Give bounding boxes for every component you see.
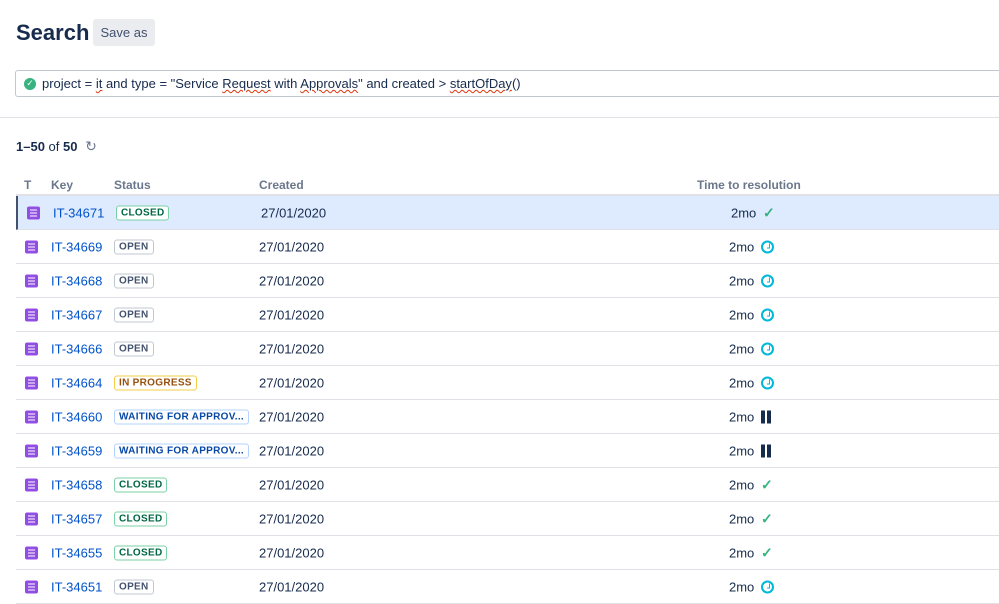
created-date: 27/01/2020 (261, 205, 327, 220)
service-request-icon (25, 274, 38, 287)
issue-key-link[interactable]: IT-34655 (51, 545, 102, 560)
save-as-button[interactable]: Save as (93, 19, 155, 46)
time-to-resolution: 2mo (731, 205, 757, 220)
table-row[interactable]: IT-34657 CLOSED 27/01/2020 2mo ✓ (16, 502, 999, 536)
status-badge: CLOSED (116, 205, 170, 220)
status-badge: WAITING FOR APPROV... (114, 409, 250, 424)
valid-query-icon: ✓ (24, 77, 36, 90)
query-text: project = it and type = "Service Request… (42, 76, 521, 91)
check-icon: ✓ (761, 476, 773, 492)
column-key[interactable]: Key (51, 178, 73, 192)
created-date: 27/01/2020 (259, 375, 325, 390)
time-to-resolution: 2mo (729, 477, 755, 492)
created-date: 27/01/2020 (259, 579, 325, 594)
time-to-resolution: 2mo (729, 579, 755, 594)
table-row[interactable]: IT-34668 OPEN 27/01/2020 2mo (16, 264, 999, 298)
time-to-resolution: 2mo (729, 409, 755, 424)
issue-key-link[interactable]: IT-34668 (51, 273, 102, 288)
column-time-to-resolution[interactable]: Time to resolution (697, 178, 801, 192)
table-row[interactable]: IT-34658 CLOSED 27/01/2020 2mo ✓ (16, 468, 999, 502)
issue-key-link[interactable]: IT-34664 (51, 375, 102, 390)
results-count: 1–50 of 50 ↻ (16, 138, 97, 154)
service-request-icon (25, 478, 38, 491)
issue-key-link[interactable]: IT-34667 (51, 307, 102, 322)
service-request-icon (25, 444, 38, 457)
status-badge: CLOSED (114, 511, 168, 526)
issue-key-link[interactable]: IT-34658 (51, 477, 102, 492)
created-date: 27/01/2020 (259, 511, 325, 526)
time-to-resolution: 2mo (729, 307, 755, 322)
status-badge: OPEN (114, 307, 154, 322)
time-to-resolution: 2mo (729, 239, 755, 254)
table-row[interactable]: IT-34667 OPEN 27/01/2020 2mo (16, 298, 999, 332)
time-to-resolution: 2mo (729, 545, 755, 560)
status-badge: OPEN (114, 273, 154, 288)
status-badge: WAITING FOR APPROV... (114, 443, 250, 458)
clock-icon (761, 274, 774, 287)
table-row[interactable]: IT-34655 CLOSED 27/01/2020 2mo ✓ (16, 536, 999, 570)
time-to-resolution: 2mo (729, 341, 755, 356)
clock-icon (761, 308, 774, 321)
created-date: 27/01/2020 (259, 443, 325, 458)
page-title: Search (16, 20, 90, 45)
time-to-resolution: 2mo (729, 375, 755, 390)
created-date: 27/01/2020 (259, 409, 325, 424)
created-date: 27/01/2020 (259, 477, 325, 492)
issue-key-link[interactable]: IT-34659 (51, 443, 102, 458)
service-request-icon (25, 342, 38, 355)
clock-icon (761, 580, 774, 593)
issue-key-link[interactable]: IT-34671 (53, 205, 104, 220)
created-date: 27/01/2020 (259, 545, 325, 560)
status-badge: OPEN (114, 239, 154, 254)
table-row[interactable]: IT-34666 OPEN 27/01/2020 2mo (16, 332, 999, 366)
time-to-resolution: 2mo (729, 443, 755, 458)
pause-icon (761, 410, 771, 423)
status-badge: OPEN (114, 579, 154, 594)
pause-icon (761, 444, 771, 457)
service-request-icon (27, 206, 40, 219)
table-row[interactable]: IT-34669 OPEN 27/01/2020 2mo (16, 230, 999, 264)
service-request-icon (25, 512, 38, 525)
created-date: 27/01/2020 (259, 307, 325, 322)
clock-icon (761, 342, 774, 355)
time-to-resolution: 2mo (729, 273, 755, 288)
service-request-icon (25, 580, 38, 593)
jql-query-input[interactable]: ✓ project = it and type = "Service Reque… (15, 70, 999, 97)
status-badge: CLOSED (114, 477, 168, 492)
service-request-icon (25, 240, 38, 253)
service-request-icon (25, 410, 38, 423)
created-date: 27/01/2020 (259, 341, 325, 356)
issue-key-link[interactable]: IT-34660 (51, 409, 102, 424)
service-request-icon (25, 308, 38, 321)
refresh-icon[interactable]: ↻ (85, 138, 97, 154)
issue-key-link[interactable]: IT-34666 (51, 341, 102, 356)
table-row[interactable]: IT-34659 WAITING FOR APPROV... 27/01/202… (16, 434, 999, 468)
table-header: T Key Status Created Time to resolution (16, 176, 999, 196)
service-request-icon (25, 546, 38, 559)
table-row[interactable]: IT-34651 OPEN 27/01/2020 2mo (16, 570, 999, 604)
clock-icon (761, 376, 774, 389)
created-date: 27/01/2020 (259, 239, 325, 254)
column-status[interactable]: Status (114, 178, 151, 192)
service-request-icon (25, 376, 38, 389)
issue-key-link[interactable]: IT-34651 (51, 579, 102, 594)
column-created[interactable]: Created (259, 178, 304, 192)
time-to-resolution: 2mo (729, 511, 755, 526)
status-badge: CLOSED (114, 545, 168, 560)
check-icon: ✓ (761, 510, 773, 526)
table-row[interactable]: IT-34671 CLOSED 27/01/2020 2mo ✓ (16, 196, 999, 230)
issue-key-link[interactable]: IT-34657 (51, 511, 102, 526)
status-badge: OPEN (114, 341, 154, 356)
table-row[interactable]: IT-34660 WAITING FOR APPROV... 27/01/202… (16, 400, 999, 434)
issue-table: IT-34671 CLOSED 27/01/2020 2mo ✓ IT-3466… (16, 196, 999, 604)
created-date: 27/01/2020 (259, 273, 325, 288)
divider (0, 117, 999, 118)
status-badge: IN PROGRESS (114, 375, 197, 390)
table-row[interactable]: IT-34664 IN PROGRESS 27/01/2020 2mo (16, 366, 999, 400)
clock-icon (761, 240, 774, 253)
issue-key-link[interactable]: IT-34669 (51, 239, 102, 254)
check-icon: ✓ (763, 204, 775, 220)
column-type[interactable]: T (24, 178, 31, 192)
check-icon: ✓ (761, 544, 773, 560)
